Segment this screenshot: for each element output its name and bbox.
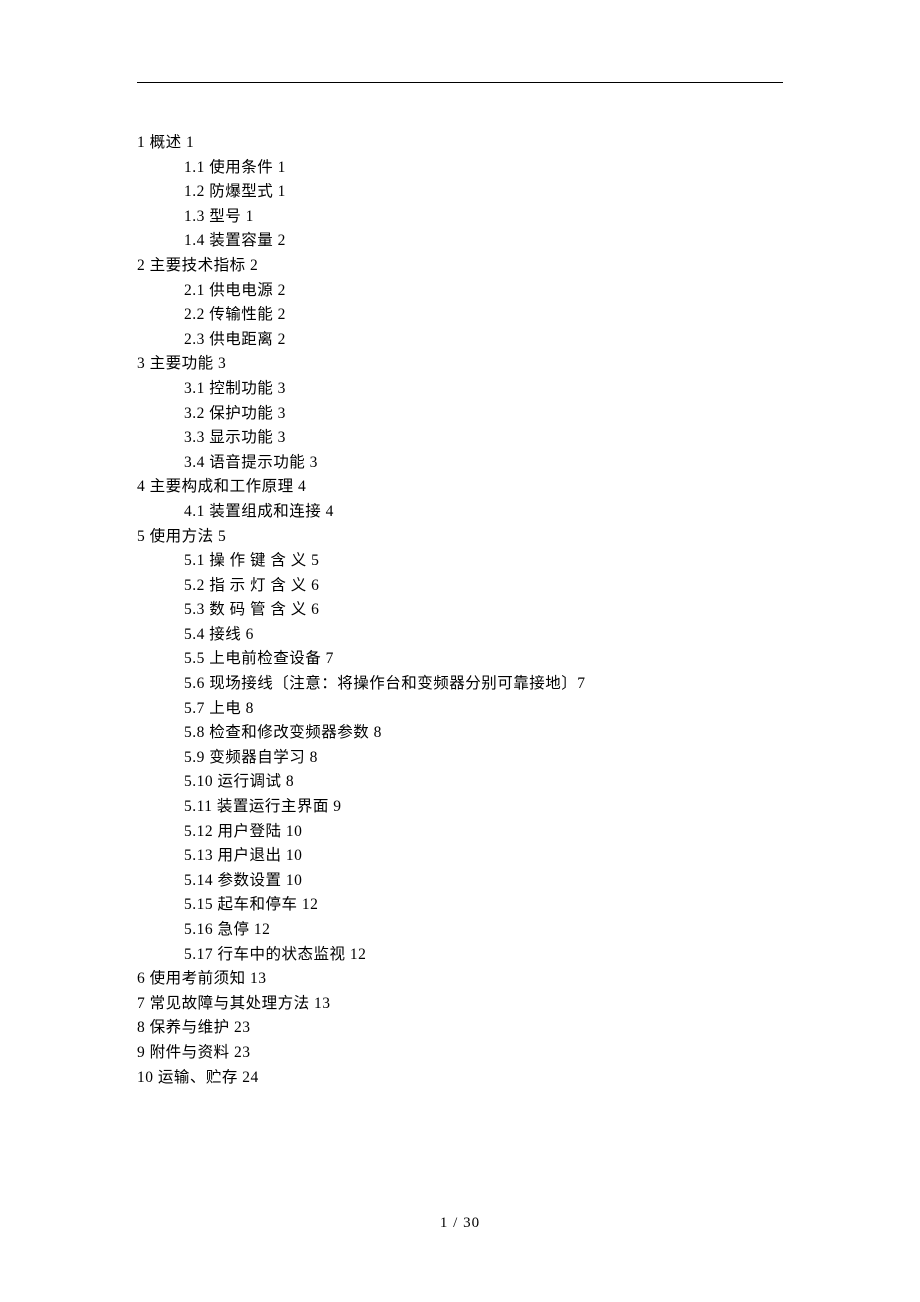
toc-entry: 5.10 运行调试 8 (184, 770, 783, 795)
toc-entry: 5.5 上电前检查设备 7 (184, 647, 783, 672)
header-rule (137, 82, 783, 83)
toc-entry: 1.1 使用条件 1 (184, 156, 783, 181)
toc-entry: 5.7 上电 8 (184, 697, 783, 722)
table-of-contents: 1 概述 11.1 使用条件 11.2 防爆型式 11.3 型号 11.4 装置… (137, 131, 783, 1090)
toc-entry: 1.2 防爆型式 1 (184, 180, 783, 205)
toc-entry: 3.3 显示功能 3 (184, 426, 783, 451)
toc-entry: 2 主要技术指标 2 (137, 254, 783, 279)
toc-entry: 7 常见故障与其处理方法 13 (137, 992, 783, 1017)
toc-entry: 3 主要功能 3 (137, 352, 783, 377)
toc-entry: 1.3 型号 1 (184, 205, 783, 230)
toc-entry: 1 概述 1 (137, 131, 783, 156)
toc-entry: 2.3 供电距离 2 (184, 328, 783, 353)
toc-entry: 5 使用方法 5 (137, 525, 783, 550)
document-page: 1 概述 11.1 使用条件 11.2 防爆型式 11.3 型号 11.4 装置… (0, 0, 920, 1090)
toc-entry: 3.1 控制功能 3 (184, 377, 783, 402)
toc-entry: 5.13 用户退出 10 (184, 844, 783, 869)
toc-entry: 9 附件与资料 23 (137, 1041, 783, 1066)
toc-entry: 5.15 起车和停车 12 (184, 893, 783, 918)
toc-entry: 5.1 操 作 键 含 义 5 (184, 549, 783, 574)
toc-entry: 5.2 指 示 灯 含 义 6 (184, 574, 783, 599)
toc-entry: 1.4 装置容量 2 (184, 229, 783, 254)
toc-entry: 3.2 保护功能 3 (184, 402, 783, 427)
toc-entry: 2.2 传输性能 2 (184, 303, 783, 328)
toc-entry: 10 运输、贮存 24 (137, 1066, 783, 1091)
toc-entry: 5.17 行车中的状态监视 12 (184, 943, 783, 968)
toc-entry: 5.16 急停 12 (184, 918, 783, 943)
toc-entry: 5.3 数 码 管 含 义 6 (184, 598, 783, 623)
toc-entry: 6 使用考前须知 13 (137, 967, 783, 992)
toc-entry: 5.12 用户登陆 10 (184, 820, 783, 845)
toc-entry: 8 保养与维护 23 (137, 1016, 783, 1041)
toc-entry: 3.4 语音提示功能 3 (184, 451, 783, 476)
toc-entry: 5.4 接线 6 (184, 623, 783, 648)
toc-entry: 5.11 装置运行主界面 9 (184, 795, 783, 820)
toc-entry: 4.1 装置组成和连接 4 (184, 500, 783, 525)
page-number: 1 / 30 (0, 1215, 920, 1232)
toc-entry: 5.6 现场接线〔注意：将操作台和变频器分别可靠接地〕7 (184, 672, 783, 697)
toc-entry: 5.9 变频器自学习 8 (184, 746, 783, 771)
toc-entry: 5.8 检查和修改变频器参数 8 (184, 721, 783, 746)
toc-entry: 5.14 参数设置 10 (184, 869, 783, 894)
toc-entry: 2.1 供电电源 2 (184, 279, 783, 304)
toc-entry: 4 主要构成和工作原理 4 (137, 475, 783, 500)
